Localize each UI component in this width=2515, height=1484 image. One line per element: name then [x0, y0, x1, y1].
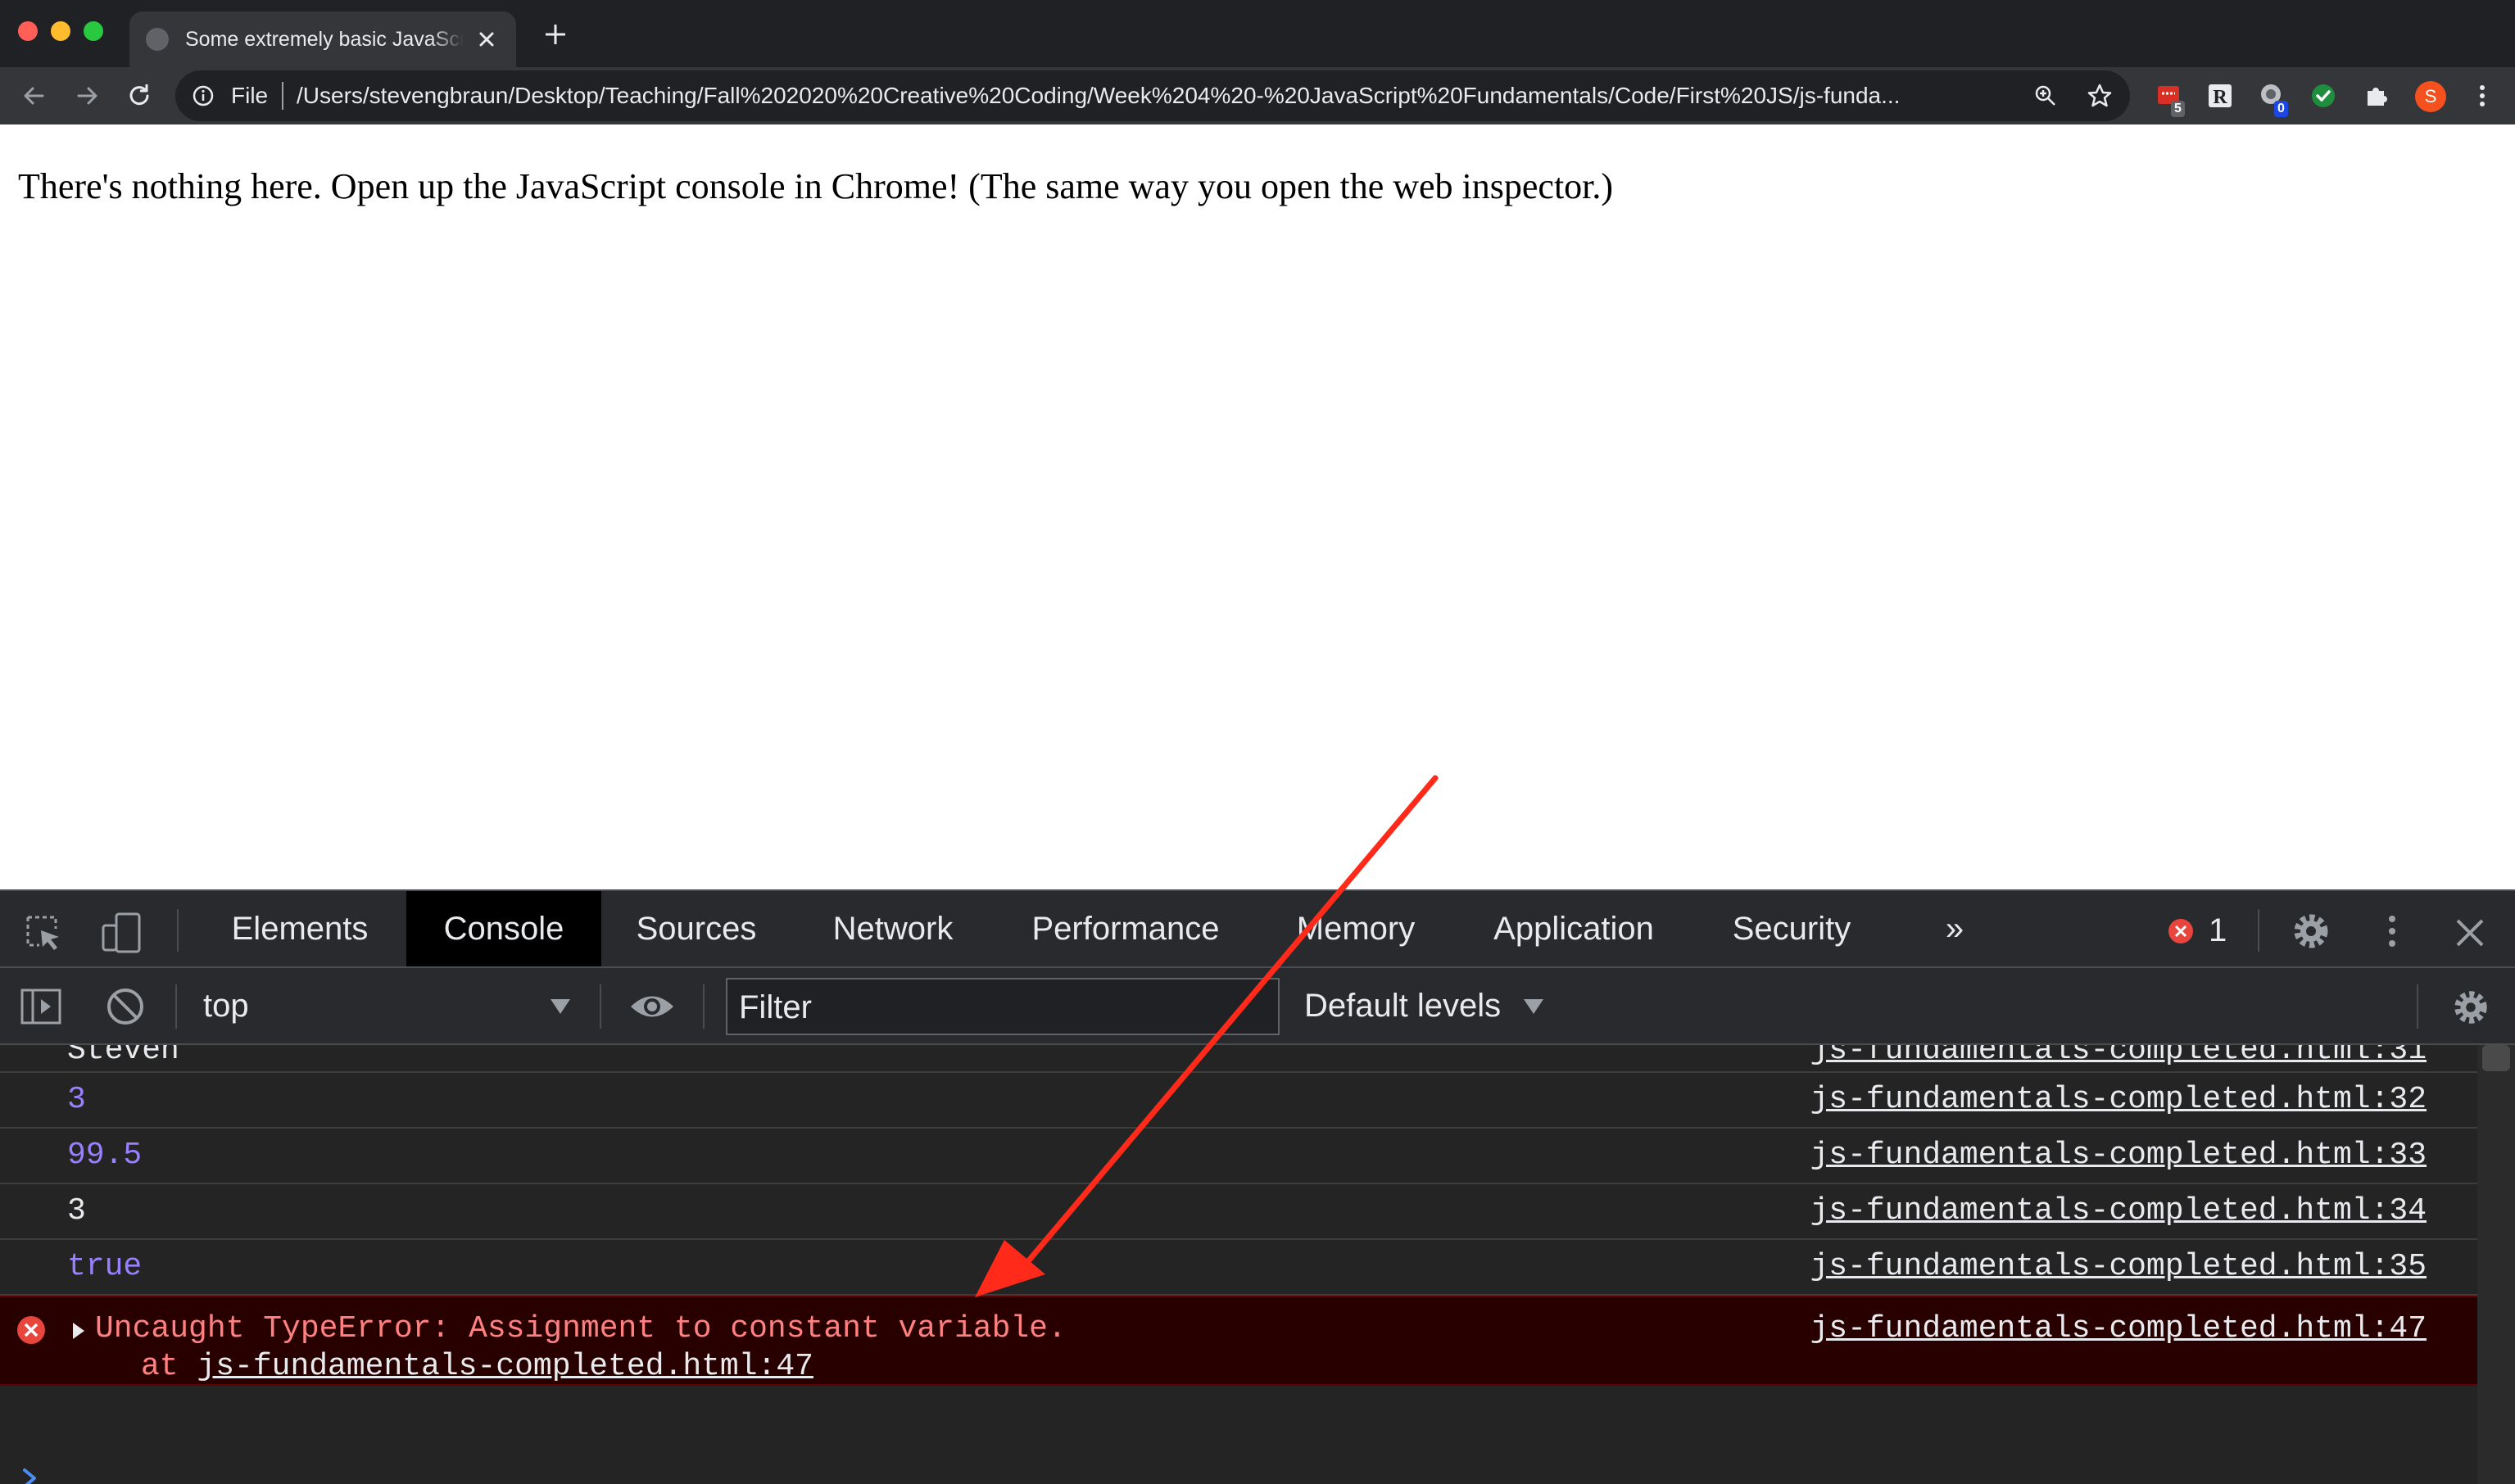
devtools-tab-bar: Elements Console Sources Network Perform… — [0, 889, 2515, 968]
console-output[interactable]: Steven js-fundamentals-completed.html:31… — [0, 1045, 2477, 1484]
console-error-row: Uncaught TypeError: Assignment to consta… — [0, 1296, 2477, 1386]
console-prompt-icon[interactable] — [20, 1466, 41, 1484]
console-source-link[interactable]: js-fundamentals-completed.html:31 — [1810, 1045, 2427, 1071]
devtools-panel: Elements Console Sources Network Perform… — [0, 889, 2515, 1484]
ext-badge: 0 — [2274, 101, 2288, 117]
info-icon[interactable] — [192, 84, 215, 107]
close-window-button[interactable] — [18, 21, 38, 41]
clear-console-icon[interactable] — [105, 986, 146, 1027]
page-body-text: There's nothing here. Open up the JavaSc… — [18, 166, 1614, 206]
toolbar-divider — [175, 984, 177, 1029]
tab-performance[interactable]: Performance — [1011, 891, 1240, 966]
console-message-row: true js-fundamentals-completed.html:35 — [0, 1240, 2477, 1296]
globe-icon — [146, 28, 169, 51]
error-stack-link[interactable]: js-fundamentals-completed.html:47 — [197, 1349, 813, 1384]
browser-toolbar: File /Users/stevengbraun/Desktop/Teachin… — [0, 67, 2515, 124]
maximize-window-button[interactable] — [84, 21, 103, 41]
console-source-link[interactable]: js-fundamentals-completed.html:34 — [1810, 1191, 2427, 1232]
console-message-text: 99.5 — [67, 1138, 143, 1173]
ext-check-icon[interactable] — [2309, 81, 2338, 111]
chevron-down-icon[interactable] — [549, 998, 572, 1016]
console-message-text: 3 — [67, 1193, 86, 1228]
address-bar[interactable]: File /Users/stevengbraun/Desktop/Teachin… — [175, 70, 2130, 121]
ext-r-icon[interactable]: R — [2205, 81, 2235, 111]
console-settings-gear-icon[interactable] — [2449, 986, 2492, 1029]
tab-security[interactable]: Security — [1717, 891, 1866, 966]
minimize-window-button[interactable] — [51, 21, 70, 41]
console-scrollbar[interactable] — [2477, 1045, 2515, 1484]
error-count[interactable]: 1 — [2209, 911, 2227, 950]
svg-text:R: R — [2213, 87, 2227, 108]
settings-gear-icon[interactable] — [2289, 909, 2333, 953]
error-count-icon[interactable] — [2168, 918, 2194, 944]
error-stack-line: at js-fundamentals-completed.html:47 — [141, 1346, 813, 1387]
chevron-down-icon[interactable] — [1522, 998, 1545, 1016]
new-tab-button[interactable] — [541, 20, 570, 49]
tab-memory[interactable]: Memory — [1275, 891, 1437, 966]
forward-button[interactable] — [70, 79, 103, 112]
scrollbar-thumb[interactable] — [2482, 1045, 2510, 1071]
context-selector[interactable]: top — [203, 984, 249, 1027]
devtools-menu-icon[interactable] — [2376, 911, 2409, 952]
url-text[interactable]: /Users/stevengbraun/Desktop/Teaching/Fal… — [297, 80, 1968, 111]
url-scheme-label: File — [231, 83, 269, 108]
profile-avatar[interactable]: S — [2415, 81, 2446, 112]
console-message-row: 3 js-fundamentals-completed.html:34 — [0, 1184, 2477, 1240]
tab-application[interactable]: Application — [1475, 891, 1673, 966]
sidebar-toggle-icon[interactable] — [20, 988, 62, 1025]
close-icon[interactable] — [474, 26, 500, 52]
ext-badge: 5 — [2171, 101, 2185, 117]
console-source-link[interactable]: js-fundamentals-completed.html:47 — [1810, 1309, 2427, 1350]
console-message-row: 3 js-fundamentals-completed.html:32 — [0, 1073, 2477, 1129]
live-expression-eye-icon[interactable] — [628, 991, 677, 1022]
tab-sources[interactable]: Sources — [614, 891, 778, 966]
url-separator — [282, 82, 283, 110]
error-message: Uncaught TypeError: Assignment to consta… — [95, 1311, 1067, 1346]
tab-title: Some extremely basic JavaScript — [185, 28, 464, 51]
console-message-row: 99.5 js-fundamentals-completed.html:33 — [0, 1129, 2477, 1184]
toolbar-divider — [703, 984, 705, 1029]
filter-placeholder: Filter — [739, 989, 812, 1025]
toolbar-divider — [177, 909, 179, 952]
console-message-text: 3 — [67, 1082, 86, 1117]
bookmark-star-icon[interactable] — [2086, 82, 2114, 110]
back-button[interactable] — [18, 79, 51, 112]
ext-red-icon[interactable]: 5 — [2155, 81, 2185, 117]
console-source-link[interactable]: js-fundamentals-completed.html:32 — [1810, 1079, 2427, 1120]
inspect-element-icon[interactable] — [23, 912, 64, 953]
error-stack-prefix: at — [141, 1349, 197, 1384]
console-toolbar: top Filter Default levels — [0, 968, 2515, 1045]
tab-elements[interactable]: Elements — [205, 891, 395, 966]
error-icon — [17, 1316, 45, 1344]
console-source-link[interactable]: js-fundamentals-completed.html:35 — [1810, 1246, 2427, 1287]
tab-network[interactable]: Network — [811, 891, 975, 966]
toolbar-divider — [600, 984, 601, 1029]
filter-input[interactable]: Filter — [726, 978, 1280, 1035]
console-message-row: Steven js-fundamentals-completed.html:31 — [0, 1045, 2477, 1073]
console-source-link[interactable]: js-fundamentals-completed.html:33 — [1810, 1135, 2427, 1176]
console-message-text: true — [67, 1249, 143, 1284]
toolbar-divider — [2258, 909, 2259, 952]
reload-button[interactable] — [123, 79, 156, 112]
toolbar-divider — [2417, 984, 2418, 1029]
expand-triangle-icon[interactable] — [72, 1322, 85, 1340]
console-message-text: Steven — [67, 1045, 179, 1068]
close-devtools-icon[interactable] — [2451, 914, 2489, 952]
ext-shield-icon[interactable]: 0 — [2258, 81, 2288, 117]
browser-tab[interactable]: Some extremely basic JavaScript — [129, 11, 516, 67]
tab-console[interactable]: Console — [406, 891, 601, 966]
device-toolbar-icon[interactable] — [98, 911, 147, 955]
log-levels-dropdown[interactable]: Default levels — [1304, 984, 1501, 1027]
zoom-icon[interactable] — [2033, 84, 2058, 108]
more-tabs-button[interactable]: » — [1930, 891, 1979, 966]
browser-menu-icon[interactable] — [2466, 79, 2499, 112]
tab-strip: Some extremely basic JavaScript — [0, 0, 2515, 67]
puzzle-icon[interactable] — [2361, 81, 2390, 111]
